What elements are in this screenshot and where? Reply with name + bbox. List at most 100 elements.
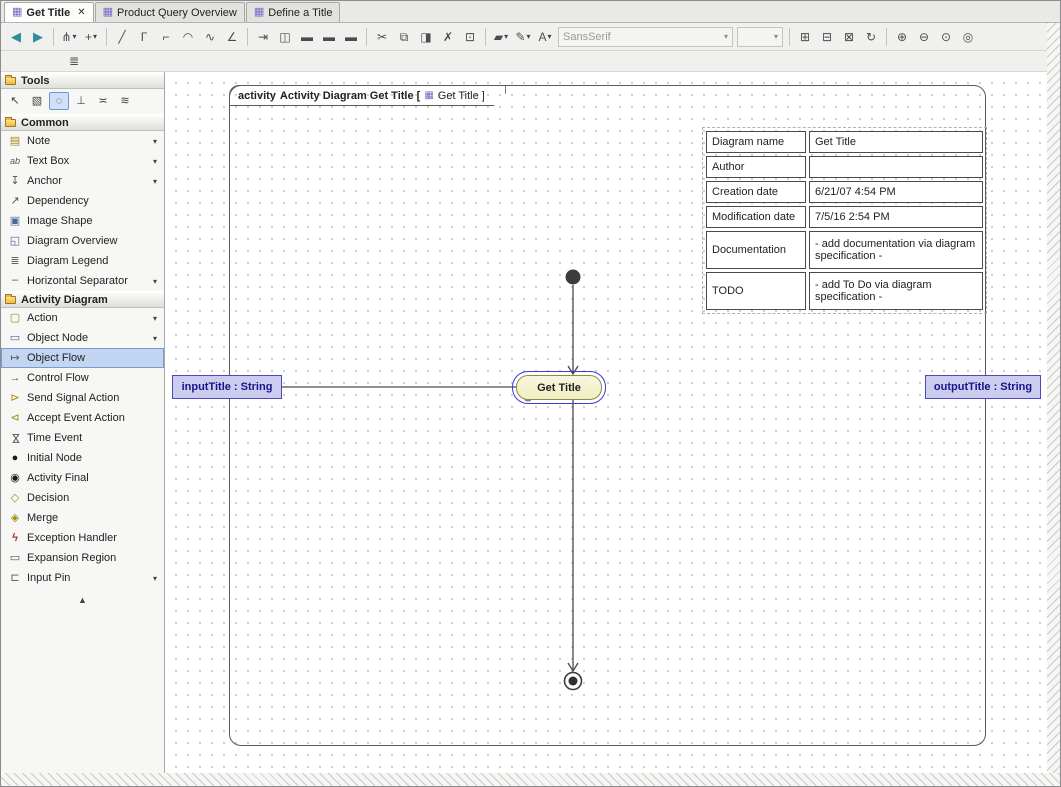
- info-name-cell[interactable]: Creation date: [706, 181, 806, 203]
- fill-color-button[interactable]: ▰▾: [490, 27, 512, 47]
- palette-item-input-pin[interactable]: ⊏Input Pin▾: [1, 568, 164, 588]
- make-same-size-button[interactable]: ◫: [274, 27, 296, 47]
- section-header-tools[interactable]: Tools: [1, 72, 164, 89]
- refresh-button[interactable]: ↻: [860, 27, 882, 47]
- insert-diagram-button[interactable]: ⊞: [794, 27, 816, 47]
- containment-tree-button[interactable]: ≣: [63, 51, 85, 71]
- spline-path-button[interactable]: ∿: [199, 27, 221, 47]
- info-value-cell[interactable]: [809, 156, 983, 178]
- tab-get-title[interactable]: ▦Get Title✕: [4, 2, 94, 22]
- quick-connect-tool-button[interactable]: ◌: [49, 92, 69, 110]
- align-left-button[interactable]: ▬: [296, 27, 318, 47]
- adjust-path-button[interactable]: ∠: [221, 27, 243, 47]
- line-color-button[interactable]: ✎▾: [512, 27, 534, 47]
- toolbar-separator: [106, 28, 107, 46]
- tab-product-query-overview[interactable]: ▦Product Query Overview: [95, 2, 245, 22]
- tab-define-a-title[interactable]: ▦Define a Title: [246, 2, 341, 22]
- section-header-common[interactable]: Common: [1, 114, 164, 131]
- forward-button[interactable]: ▶: [27, 27, 49, 47]
- palette-item-note[interactable]: ▤Note▾: [1, 131, 164, 151]
- hierarchy-button[interactable]: ⋔▾: [58, 27, 80, 47]
- info-value-cell[interactable]: - add documentation via diagram specific…: [809, 231, 983, 269]
- paste-button[interactable]: ◨: [415, 27, 437, 47]
- zoom-out-button[interactable]: ⊖: [913, 27, 935, 47]
- palette-item-dependency[interactable]: ↗Dependency: [1, 191, 164, 211]
- palette-item-initial-node[interactable]: ●Initial Node: [1, 448, 164, 468]
- palette-item-diagram-overview[interactable]: ◱Diagram Overview: [1, 231, 164, 251]
- copy-button[interactable]: ⧉: [393, 27, 415, 47]
- info-table-row: Creation date6/21/07 4:54 PM: [706, 181, 983, 203]
- zoom-in-button[interactable]: ⊕: [891, 27, 913, 47]
- align-bottom-tool-button[interactable]: ⊥: [71, 92, 91, 110]
- insert-matrix-icon: ⊠: [844, 31, 854, 43]
- palette-item-activity-final[interactable]: ◉Activity Final: [1, 468, 164, 488]
- palette-item-horizontal-separator[interactable]: ┄Horizontal Separator▾: [1, 271, 164, 291]
- insert-table-button[interactable]: ⊟: [816, 27, 838, 47]
- palette-item-object-flow[interactable]: ↦Object Flow: [1, 348, 164, 368]
- palette-item-send-signal-action[interactable]: ⊳Send Signal Action: [1, 388, 164, 408]
- palette-item-accept-event-action[interactable]: ⊲Accept Event Action: [1, 408, 164, 428]
- font-color-button[interactable]: A▾: [534, 27, 556, 47]
- resize-tool-button[interactable]: ≋: [115, 92, 135, 110]
- diagram-info-table[interactable]: Diagram nameGet TitleAuthor Creation date…: [706, 131, 983, 310]
- diagram-canvas[interactable]: activity Activity Diagram Get Title [ ▦ …: [165, 72, 1049, 775]
- add-shape-button[interactable]: +▾: [80, 27, 102, 47]
- palette-item-label: Initial Node: [27, 452, 158, 464]
- palette-item-expansion-region[interactable]: ▭Expansion Region: [1, 548, 164, 568]
- palette-item-merge[interactable]: ◈Merge: [1, 508, 164, 528]
- clone-button[interactable]: ⊡: [459, 27, 481, 47]
- chevron-down-icon: ▾: [73, 32, 77, 41]
- palette-item-diagram-legend[interactable]: ≣Diagram Legend: [1, 251, 164, 271]
- info-name-cell[interactable]: Documentation: [706, 231, 806, 269]
- info-name-cell[interactable]: Author: [706, 156, 806, 178]
- input-object-node[interactable]: inputTitle : String: [172, 375, 282, 399]
- oblique-path-button[interactable]: ╱: [111, 27, 133, 47]
- collapse-palette-button[interactable]: ▲: [1, 588, 164, 612]
- curved-path-button[interactable]: ◠: [177, 27, 199, 47]
- section-header-activity-diagram[interactable]: Activity Diagram: [1, 291, 164, 308]
- close-icon[interactable]: ✕: [77, 7, 85, 18]
- info-value-cell[interactable]: 6/21/07 4:54 PM: [809, 181, 983, 203]
- action-get-title[interactable]: Get Title: [516, 375, 602, 400]
- activity-diagram-icon: ▦: [12, 7, 22, 18]
- zoom-fit-button[interactable]: ⊙: [935, 27, 957, 47]
- zoom-selection-button[interactable]: ◎: [957, 27, 979, 47]
- palette-item-label: Horizontal Separator: [27, 275, 149, 287]
- rounded-path-button[interactable]: ⌐: [155, 27, 177, 47]
- font-family-select[interactable]: SansSerif ▾: [558, 27, 733, 47]
- back-button[interactable]: ◀: [5, 27, 27, 47]
- info-name-cell[interactable]: Modification date: [706, 206, 806, 228]
- font-size-select[interactable]: ▾: [737, 27, 783, 47]
- select-cursor-tool-button[interactable]: ↖: [5, 92, 25, 110]
- cut-button[interactable]: ✂: [371, 27, 393, 47]
- palette-item-exception-handler[interactable]: ϟException Handler: [1, 528, 164, 548]
- align-center-button[interactable]: ▬: [318, 27, 340, 47]
- palette-item-label: Anchor: [27, 175, 149, 187]
- info-value-cell[interactable]: - add To Do via diagram specification -: [809, 272, 983, 310]
- palette-item-label: Control Flow: [27, 372, 158, 384]
- palette-item-control-flow[interactable]: →Control Flow: [1, 368, 164, 388]
- rectilinear-path-button[interactable]: Γ: [133, 27, 155, 47]
- zoom-out-icon: ⊖: [919, 31, 929, 43]
- insert-matrix-button[interactable]: ⊠: [838, 27, 860, 47]
- rect-select-tool-button[interactable]: ▧: [27, 92, 47, 110]
- output-object-node[interactable]: outputTitle : String: [925, 375, 1041, 399]
- snap-button[interactable]: ⇥: [252, 27, 274, 47]
- palette-item-action[interactable]: ▢Action▾: [1, 308, 164, 328]
- palette-item-image-shape[interactable]: ▣Image Shape: [1, 211, 164, 231]
- object-flow-icon: ↦: [7, 353, 23, 364]
- info-name-cell[interactable]: Diagram name: [706, 131, 806, 153]
- delete-button[interactable]: ✗: [437, 27, 459, 47]
- info-value-cell[interactable]: Get Title: [809, 131, 983, 153]
- distribute-tool-button[interactable]: ≍: [93, 92, 113, 110]
- palette-item-anchor[interactable]: ↧Anchor▾: [1, 171, 164, 191]
- palette-item-time-event[interactable]: ⋈Time Event: [1, 428, 164, 448]
- palette-item-label: Exception Handler: [27, 532, 158, 544]
- info-name-cell[interactable]: TODO: [706, 272, 806, 310]
- frame-title[interactable]: activity Activity Diagram Get Title [ ▦ …: [229, 85, 506, 106]
- palette-item-object-node[interactable]: ▭Object Node▾: [1, 328, 164, 348]
- align-right-button[interactable]: ▬: [340, 27, 362, 47]
- palette-item-decision[interactable]: ◇Decision: [1, 488, 164, 508]
- info-value-cell[interactable]: 7/5/16 2:54 PM: [809, 206, 983, 228]
- palette-item-text-box[interactable]: abText Box▾: [1, 151, 164, 171]
